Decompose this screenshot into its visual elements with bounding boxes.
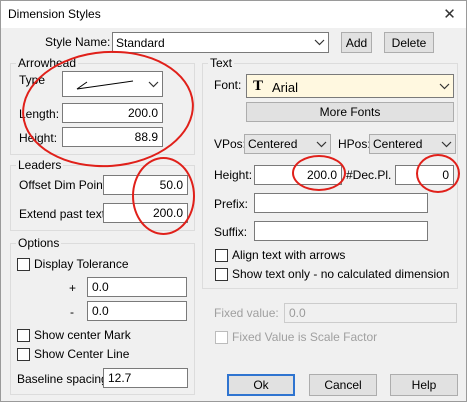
vpos-label: VPos:	[214, 137, 247, 151]
fixed-scale-factor-checkbox[interactable]	[215, 331, 228, 344]
arrow-height-label: Height:	[19, 131, 58, 145]
decimal-places-label: #Dec.Pl.	[346, 168, 392, 182]
fixed-scale-factor-label: Fixed Value is Scale Factor	[232, 330, 378, 344]
arrow-type-combo[interactable]	[62, 71, 163, 97]
fixed-value-input[interactable]: 0.0	[284, 303, 457, 323]
arrow-style-icon	[76, 80, 134, 90]
text-group-title: Text	[208, 56, 235, 70]
chevron-down-icon	[314, 39, 325, 46]
prefix-label: Prefix:	[214, 197, 249, 211]
font-combo[interactable]: T Arial	[246, 74, 454, 98]
chevron-down-icon	[441, 141, 452, 148]
display-tolerance-checkbox[interactable]	[17, 258, 30, 271]
title-bar[interactable]: Dimension Styles ✕	[1, 1, 466, 28]
font-value: Arial	[272, 80, 299, 95]
style-name-combo[interactable]: Standard	[112, 32, 329, 53]
arrowhead-group-title: Arrowhead	[16, 56, 79, 70]
text-height-label: Height:	[214, 168, 253, 182]
tolerance-plus-input[interactable]: 0.0	[87, 277, 187, 297]
display-tolerance-label: Display Tolerance	[34, 257, 129, 271]
window-title: Dimension Styles	[8, 7, 101, 21]
more-fonts-button[interactable]: More Fonts	[246, 102, 454, 122]
show-text-only-checkbox[interactable]	[215, 268, 228, 281]
close-icon[interactable]: ✕	[433, 1, 466, 28]
ok-button[interactable]: Ok	[227, 374, 295, 396]
style-name-label: Style Name:	[45, 35, 111, 49]
vpos-combo[interactable]: Centered	[244, 134, 331, 154]
vpos-value: Centered	[248, 137, 298, 151]
baseline-spacing-input[interactable]: 12.7	[103, 368, 188, 388]
hpos-combo[interactable]: Centered	[369, 134, 456, 154]
options-group-title: Options	[16, 236, 62, 250]
show-center-mark-checkbox[interactable]	[17, 329, 30, 342]
align-text-label: Align text with arrows	[232, 248, 346, 262]
tolerance-minus-sign: -	[70, 305, 74, 319]
suffix-input[interactable]	[254, 221, 428, 241]
extend-past-text-label: Extend past text:	[19, 207, 109, 221]
fixed-value-label: Fixed value:	[214, 306, 279, 320]
show-center-line-checkbox[interactable]	[17, 348, 30, 361]
baseline-spacing-label: Baseline spacing:	[17, 372, 112, 386]
suffix-label: Suffix:	[214, 225, 248, 239]
show-text-only-label: Show text only - no calculated dimension	[232, 267, 450, 281]
arrow-length-input[interactable]: 200.0	[62, 103, 163, 123]
align-text-checkbox[interactable]	[215, 249, 228, 262]
chevron-down-icon	[316, 141, 327, 148]
hpos-value: Centered	[373, 137, 423, 151]
arrow-type-label: Type	[19, 73, 46, 87]
chevron-down-icon	[148, 81, 159, 88]
tolerance-minus-input[interactable]: 0.0	[87, 301, 187, 321]
truetype-font-icon: T	[253, 78, 264, 94]
tolerance-plus-sign: +	[69, 281, 77, 295]
arrow-height-input[interactable]: 88.9	[62, 127, 163, 147]
cancel-button[interactable]: Cancel	[309, 374, 377, 396]
offset-dim-point-label: Offset Dim Point:	[19, 178, 110, 192]
offset-dim-point-input[interactable]: 50.0	[103, 175, 188, 195]
add-button[interactable]: Add	[341, 32, 372, 53]
hpos-label: HPos:	[338, 137, 371, 151]
help-button[interactable]: Help	[390, 374, 458, 396]
decimal-places-input[interactable]: 0	[395, 165, 454, 185]
prefix-input[interactable]	[254, 193, 428, 213]
style-name-value: Standard	[116, 36, 165, 50]
show-center-line-label: Show Center Line	[34, 347, 130, 361]
leaders-group-title: Leaders	[16, 158, 64, 172]
show-center-mark-label: Show center Mark	[34, 328, 131, 342]
arrow-length-label: Length:	[19, 107, 60, 121]
chevron-down-icon	[439, 83, 450, 90]
extend-past-text-input[interactable]: 200.0	[103, 203, 188, 223]
dimension-styles-dialog: Dimension Styles ✕ Style Name: Standard …	[0, 0, 467, 402]
font-label: Font:	[214, 78, 242, 92]
text-height-input[interactable]: 200.0	[254, 165, 342, 185]
delete-button[interactable]: Delete	[384, 32, 434, 53]
